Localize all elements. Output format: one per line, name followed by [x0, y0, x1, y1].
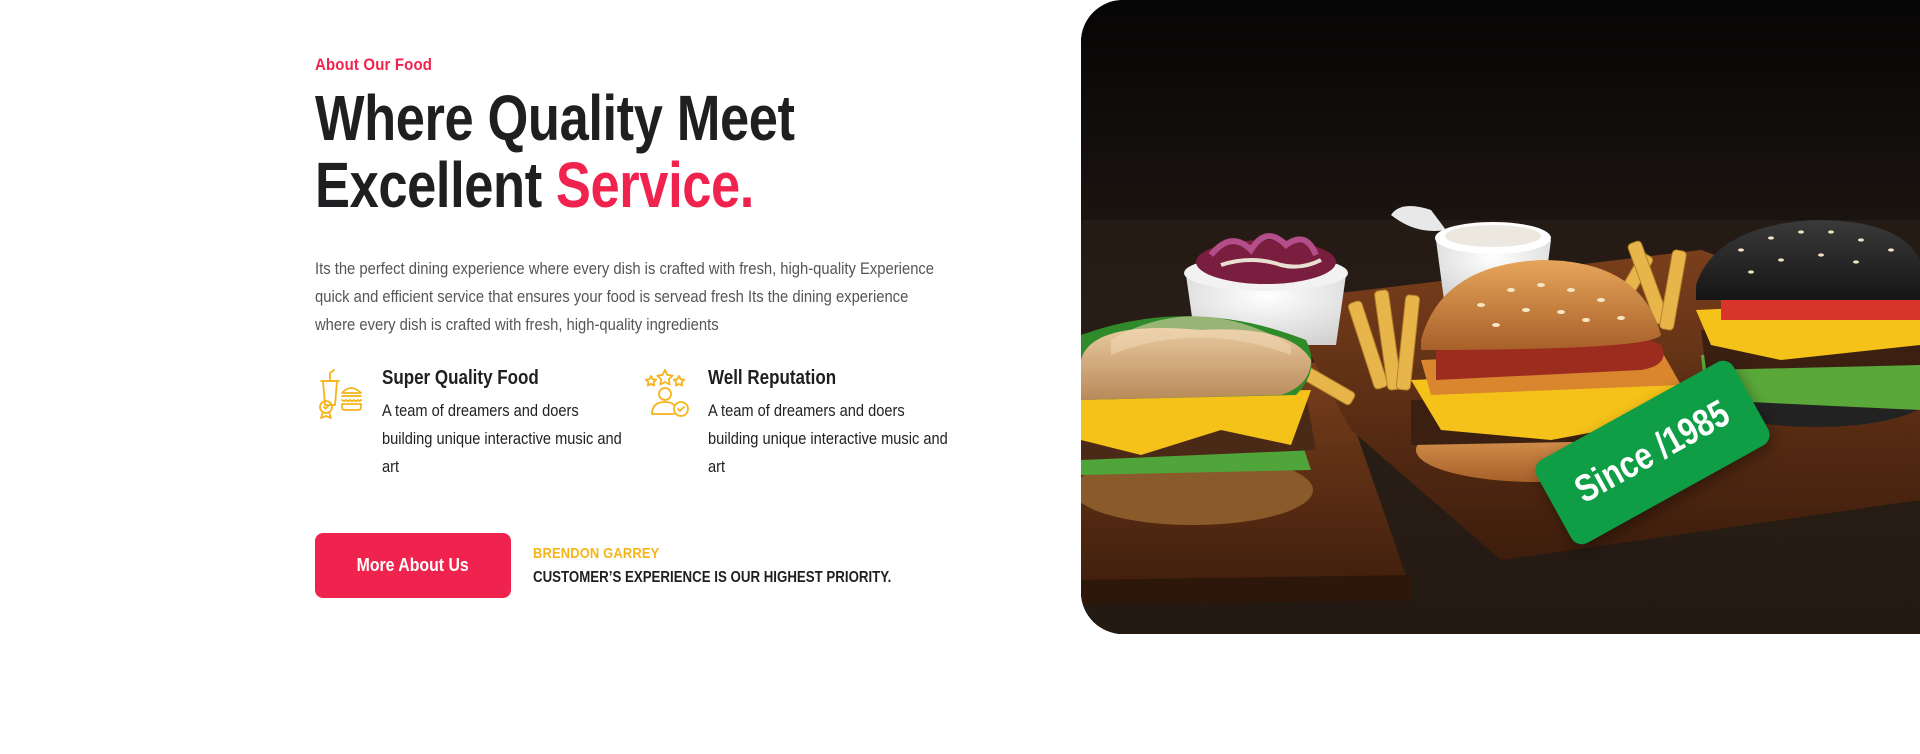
feature-text: A team of dreamers and doers building un… [708, 401, 948, 476]
heading-line-1: Where Quality Meet [315, 82, 795, 154]
button-label: More About Us [357, 555, 470, 575]
feature-text: A team of dreamers and doers building un… [382, 401, 622, 476]
burger-hero-image [1081, 0, 1920, 634]
section-description: Its the perfect dining experience where … [315, 259, 935, 334]
about-food-section: About Our Food Where Quality Meet Excell… [0, 0, 1920, 754]
more-about-us-button[interactable]: More About Us [315, 533, 512, 598]
section-eyebrow: About Our Food [315, 55, 433, 74]
about-content: About Our Food Where Quality Meet Excell… [315, 55, 965, 598]
feature-body: Super Quality Food A team of dreamers an… [382, 365, 662, 481]
feature-list: Super Quality Food A team of dreamers an… [315, 365, 965, 481]
feature-title: Well Reputation [708, 367, 837, 389]
food-quality-icon [315, 367, 367, 419]
heading-accent: Service. [555, 149, 754, 221]
feature-item-reputation: Well Reputation A team of dreamers and d… [641, 365, 967, 481]
author-name: BRENDON GARREY [533, 544, 660, 562]
section-heading: Where Quality Meet Excellent Service. [315, 85, 840, 219]
cta-row: More About Us BRENDON GARREY CUSTOMER’S … [315, 533, 965, 598]
heading-line-2: Excellent [315, 149, 556, 221]
author-quote: CUSTOMER’S EXPERIENCE IS OUR HIGHEST PRI… [533, 568, 892, 586]
author-block: BRENDON GARREY CUSTOMER’S EXPERIENCE IS … [533, 545, 965, 587]
feature-title: Super Quality Food [382, 367, 539, 389]
reputation-icon [641, 367, 693, 419]
feature-body: Well Reputation A team of dreamers and d… [708, 365, 988, 481]
feature-item-quality-food: Super Quality Food A team of dreamers an… [315, 365, 641, 481]
